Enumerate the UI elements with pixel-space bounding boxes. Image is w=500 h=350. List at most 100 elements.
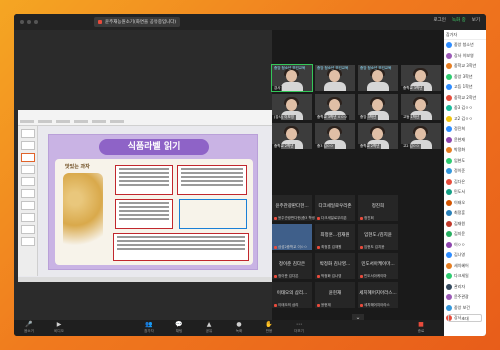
- participant-row[interactable]: 최정훈: [444, 208, 486, 219]
- recording-indicator: 녹화 중: [451, 18, 466, 23]
- participant-name: 고2 김ㅇㅇ: [454, 115, 473, 121]
- participant-row[interactable]: 중앙 청소년: [444, 40, 486, 51]
- more-button[interactable]: ⋯ 더보기: [284, 321, 314, 335]
- avatar: [446, 126, 452, 133]
- titlebar-right: 로그인 녹화 중 보기: [433, 17, 480, 23]
- participant-name: 관리자: [454, 283, 466, 289]
- participant-row[interactable]: 강사 이보영: [444, 51, 486, 62]
- mic-icon: 🎤: [25, 321, 33, 328]
- allergy-panel: [113, 233, 249, 261]
- participant-name: 이태오: [454, 199, 466, 205]
- end-icon: ■: [418, 321, 424, 328]
- name-tile[interactable]: 박정화 김나영... 박정화 김나영: [315, 253, 355, 279]
- participant-row[interactable]: 김다은: [444, 177, 486, 188]
- video-button[interactable]: ▶ 비디오: [44, 321, 74, 335]
- mic-off-icon: [274, 216, 277, 220]
- invite-button[interactable]: 초대: [448, 314, 482, 322]
- video-tile[interactable]: 고등 1학년: [401, 94, 441, 120]
- participant-row[interactable]: 김재원: [444, 219, 486, 230]
- video-tile[interactable]: 중앙 청소년 보건교육: [358, 65, 398, 91]
- participant-row[interactable]: 중학교 2학년: [444, 93, 486, 104]
- participant-name: 김지윤: [454, 231, 466, 237]
- mic-off-icon: [317, 303, 320, 307]
- avatar: [446, 304, 452, 311]
- avatar: [446, 252, 452, 259]
- participant-row[interactable]: 세치혜어: [444, 261, 486, 272]
- participant-name: 박정화: [454, 147, 466, 153]
- participant-row[interactable]: 정이준: [444, 166, 486, 177]
- participant-row[interactable]: 임현도: [444, 156, 486, 167]
- name-tile[interactable]: 임현도./김지윤 임현도 김지윤: [358, 224, 398, 250]
- participants-panel: 참가자 중앙 청소년 강사 이보영 중학교 3학년 중앙 3학년 고등 1학년 중학교 2…: [444, 30, 486, 336]
- current-slide: 식품라벨 읽기 맛있는 과자: [48, 134, 258, 270]
- participant-row[interactable]: 다크세일: [444, 271, 486, 282]
- highlight-box: [179, 199, 247, 229]
- participant-name: 최정훈: [454, 210, 466, 216]
- end-meeting-button[interactable]: ■ 종료: [406, 321, 436, 335]
- participant-name: 강사 이보영: [454, 52, 474, 58]
- window-controls[interactable]: [20, 20, 38, 24]
- name-tile[interactable]: 윤주관광판다헌... 윤주관광판다헌(중3 학생): [272, 195, 316, 221]
- participants-button[interactable]: 👥 참가자: [134, 321, 164, 335]
- video-tile[interactable]: (강사) 이보영: [272, 94, 312, 120]
- video-tile[interactable]: 중학교 2학년: [358, 123, 398, 149]
- share-button[interactable]: ▲ 공유: [194, 321, 224, 335]
- avatar: [446, 178, 452, 185]
- view-button[interactable]: 보기: [472, 17, 480, 23]
- participant-name: 김재원: [454, 220, 466, 226]
- avatar: [446, 273, 452, 280]
- slide-title: 식품라벨 읽기: [99, 139, 209, 155]
- participant-name: 다크세일: [454, 273, 469, 279]
- name-tile[interactable]: 이태오의 삼리... 이태오의 삼리: [272, 282, 312, 308]
- participant-row[interactable]: 고등 1학년: [444, 82, 486, 93]
- record-button[interactable]: ● 녹화: [224, 321, 254, 335]
- participant-row[interactable]: 김나영: [444, 250, 486, 261]
- signin-link[interactable]: 로그인: [433, 17, 445, 23]
- participant-name: 김나영: [454, 252, 466, 258]
- participant-row[interactable]: 김지윤: [444, 229, 486, 240]
- slide-thumbnails[interactable]: [18, 126, 38, 276]
- video-tile[interactable]: 중앙 청소년 보건교육 강사: [271, 64, 313, 92]
- chat-button[interactable]: 💬 채팅: [164, 321, 194, 335]
- share-title: 윤주재능원소기(화면을 공유중입니다): [105, 20, 177, 25]
- participant-row[interactable]: 윤주관광: [444, 292, 486, 303]
- sharing-tab[interactable]: 윤주재능원소기(화면을 공유중입니다): [94, 17, 181, 27]
- more-icon: ⋯: [296, 321, 302, 328]
- mic-off-icon: [317, 274, 320, 278]
- video-tile[interactable]: 고2 김ㅇㅇ: [401, 123, 441, 149]
- camera-icon: ▶: [56, 321, 62, 328]
- name-tile[interactable]: 정이준 김다은 정이준 김다은: [272, 253, 312, 279]
- participant-row[interactable]: 중앙 보건: [444, 303, 486, 314]
- video-tile[interactable]: 중3 김ㅇㅇ: [315, 123, 355, 149]
- name-tile[interactable]: 삼성2중학교 이ㅇㅇ: [272, 224, 312, 250]
- participant-row[interactable]: 박정화: [444, 145, 486, 156]
- participant-row[interactable]: 중3 김ㅇㅇ: [444, 103, 486, 114]
- name-tile[interactable]: 윤현재 윤현재: [315, 282, 355, 308]
- participant-row[interactable]: 중학교 3학년: [444, 61, 486, 72]
- video-tile[interactable]: 중앙 청소년 보건교육: [315, 65, 355, 91]
- participant-row[interactable]: 이ㅇㅇ: [444, 240, 486, 251]
- name-tile[interactable]: 세치혜어지아라스... 세치혜어지아라스: [358, 282, 398, 308]
- participant-row[interactable]: 민도서: [444, 187, 486, 198]
- video-tile[interactable]: 중학교 3학년: [401, 65, 441, 91]
- participant-name: 중앙 보건: [454, 304, 470, 310]
- participant-row[interactable]: 관리자: [444, 282, 486, 293]
- nutrition-table: [115, 199, 173, 229]
- participant-row[interactable]: 정진희: [444, 124, 486, 135]
- video-tile[interactable]: 중학교 2학년: [272, 123, 312, 149]
- participant-row[interactable]: 중앙 3학년: [444, 72, 486, 83]
- name-tile[interactable]: 다크세일로우리존 다크세일로우리존: [315, 195, 355, 221]
- name-tile[interactable]: 정진희 정진희: [358, 195, 398, 221]
- name-tile[interactable]: 최정훈...김재원 최정훈 김재원: [315, 224, 355, 250]
- video-tile[interactable]: 중학교 3학년 ㅇㅇㅇ: [315, 94, 355, 120]
- mute-button[interactable]: 🎤 음소거: [14, 321, 44, 335]
- ppt-ribbon[interactable]: [18, 110, 274, 126]
- powerpoint-window: 식품라벨 읽기 맛있는 과자: [18, 110, 274, 282]
- reactions-button[interactable]: ✋ 반응: [254, 321, 284, 335]
- participant-row[interactable]: 고2 김ㅇㅇ: [444, 114, 486, 125]
- video-tile[interactable]: 중앙 3학년: [358, 94, 398, 120]
- participant-row[interactable]: 윤현재: [444, 135, 486, 146]
- name-tile[interactable]: 민도서아케이마... 민도서아케이마: [358, 253, 398, 279]
- avatar: [446, 283, 452, 290]
- participant-row[interactable]: 이태오: [444, 198, 486, 209]
